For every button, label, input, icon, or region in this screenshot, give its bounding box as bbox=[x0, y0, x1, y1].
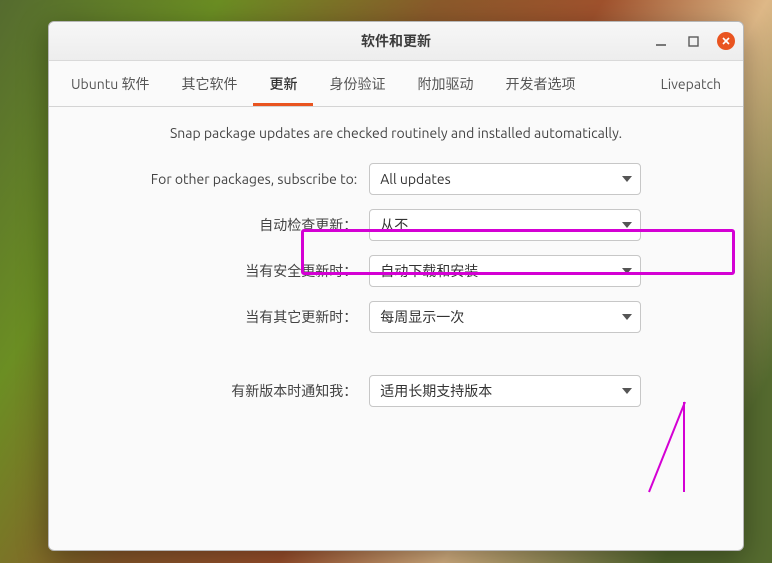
combo-value: 从不 bbox=[380, 215, 408, 235]
label-subscribe: For other packages, subscribe to: bbox=[151, 171, 357, 187]
chevron-down-icon bbox=[622, 388, 632, 394]
spacer bbox=[151, 347, 641, 361]
window-title: 软件和更新 bbox=[361, 31, 431, 51]
combo-auto-check[interactable]: 从不 bbox=[369, 209, 641, 241]
label-security-updates: 当有安全更新时： bbox=[151, 261, 357, 281]
label-notify-new-release: 有新版本时通知我： bbox=[151, 381, 357, 401]
combo-notify-new-release[interactable]: 适用长期支持版本 bbox=[369, 375, 641, 407]
tab-bar: Ubuntu 软件 其它软件 更新 身份验证 附加驱动 开发者选项 Livepa… bbox=[49, 61, 743, 107]
chevron-down-icon bbox=[622, 268, 632, 274]
minimize-button[interactable] bbox=[653, 33, 669, 49]
tab-updates[interactable]: 更新 bbox=[253, 61, 313, 106]
settings-grid: For other packages, subscribe to: All up… bbox=[151, 163, 641, 407]
window-controls bbox=[653, 22, 735, 60]
combo-value: 适用长期支持版本 bbox=[380, 381, 492, 401]
tab-ubuntu-software[interactable]: Ubuntu 软件 bbox=[55, 61, 165, 106]
tab-label: 更新 bbox=[269, 74, 297, 94]
combo-value: 自动下载和安装 bbox=[380, 261, 478, 281]
tab-label: 身份验证 bbox=[329, 74, 385, 94]
chevron-down-icon bbox=[622, 314, 632, 320]
chevron-down-icon bbox=[622, 176, 632, 182]
chevron-down-icon bbox=[622, 222, 632, 228]
close-button[interactable] bbox=[717, 32, 735, 50]
tab-label: Ubuntu 软件 bbox=[71, 74, 149, 94]
tab-authentication[interactable]: 身份验证 bbox=[313, 61, 401, 106]
maximize-button[interactable] bbox=[685, 33, 701, 49]
tab-other-software[interactable]: 其它软件 bbox=[165, 61, 253, 106]
tab-label: 附加驱动 bbox=[417, 74, 473, 94]
combo-value: All updates bbox=[380, 171, 451, 187]
combo-other-updates[interactable]: 每周显示一次 bbox=[369, 301, 641, 333]
tab-label: 其它软件 bbox=[181, 74, 237, 94]
software-and-updates-window: 软件和更新 Ubuntu 软件 其它软件 更新 身份验证 附加驱动 开发者选项 … bbox=[48, 21, 744, 551]
label-other-updates: 当有其它更新时： bbox=[151, 307, 357, 327]
tab-additional-drivers[interactable]: 附加驱动 bbox=[401, 61, 489, 106]
label-auto-check: 自动检查更新： bbox=[151, 215, 357, 235]
titlebar: 软件和更新 bbox=[49, 22, 743, 61]
tab-developer-options[interactable]: 开发者选项 bbox=[489, 61, 591, 106]
tab-label: Livepatch bbox=[661, 76, 721, 92]
tab-livepatch[interactable]: Livepatch bbox=[645, 61, 737, 106]
updates-content: Snap package updates are checked routine… bbox=[49, 107, 743, 550]
combo-value: 每周显示一次 bbox=[380, 307, 464, 327]
snap-note: Snap package updates are checked routine… bbox=[73, 125, 719, 141]
combo-security-updates[interactable]: 自动下载和安装 bbox=[369, 255, 641, 287]
combo-subscribe[interactable]: All updates bbox=[369, 163, 641, 195]
tab-label: 开发者选项 bbox=[505, 74, 575, 94]
